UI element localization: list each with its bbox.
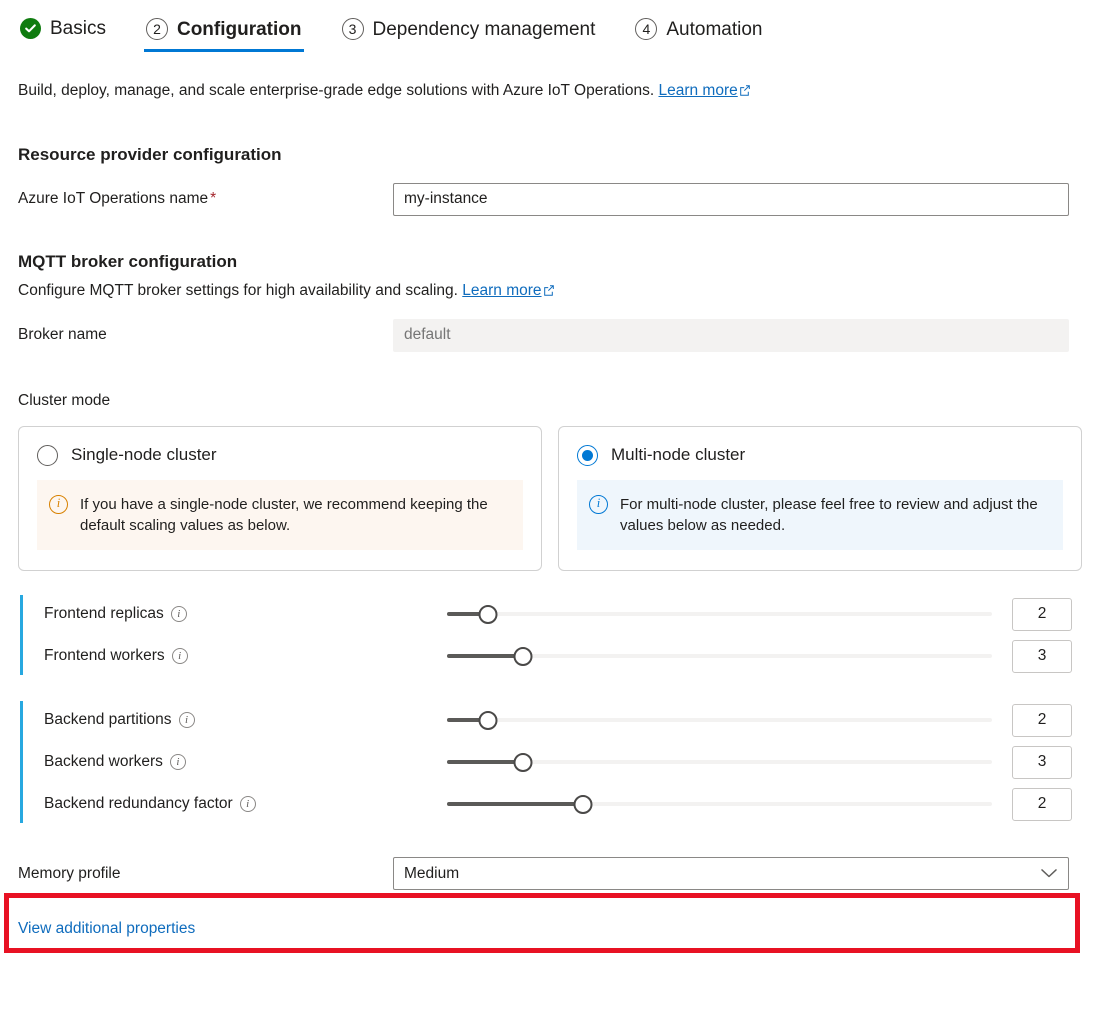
backend-workers-value-input[interactable] [1012,746,1072,779]
slider-row-backend-redundancy-factor: Backend redundancy factor i [44,783,1101,825]
wizard-tabs: Basics 2 Configuration 3 Dependency mana… [0,0,1119,52]
slider-fill [447,654,523,658]
frontend-workers-slider[interactable] [447,644,992,668]
memory-profile-value: Medium [404,865,459,883]
slider-fill [447,802,583,806]
aio-name-label: Azure IoT Operations name* [18,190,393,208]
tab-dependency-management-label: Dependency management [373,20,596,39]
intro-learn-more-label: Learn more [658,82,737,99]
mqtt-broker-description: Configure MQTT broker settings for high … [18,282,1101,301]
info-icon[interactable]: i [179,712,195,728]
resource-provider-heading: Resource provider configuration [18,145,1101,165]
slider-fill [447,760,523,764]
intro-paragraph: Build, deploy, manage, and scale enterpr… [18,80,1101,103]
aio-name-row: Azure IoT Operations name* [18,183,1101,216]
tab-automation-label: Automation [666,20,762,39]
mqtt-broker-heading: MQTT broker configuration [18,252,1101,272]
frontend-workers-value-input[interactable] [1012,640,1072,673]
backend-partitions-value-input[interactable] [1012,704,1072,737]
tab-dependency-management[interactable]: 3 Dependency management [340,18,598,52]
multi-node-radio[interactable] [577,445,598,466]
cluster-mode-option-single-node[interactable]: Single-node cluster i If you have a sing… [18,426,542,572]
memory-profile-select-wrap: Medium [393,857,1069,890]
slider-rail [447,718,992,722]
slider-thumb[interactable] [478,711,497,730]
tab-configuration[interactable]: 2 Configuration [144,18,304,52]
slider-thumb[interactable] [478,605,497,624]
multi-node-title: Multi-node cluster [611,445,745,465]
backend-redundancy-factor-label-text: Backend redundancy factor [44,795,233,813]
broker-name-input [393,319,1069,352]
aio-name-label-text: Azure IoT Operations name [18,190,208,207]
backend-redundancy-factor-value-input[interactable] [1012,788,1072,821]
tab-automation-number: 4 [635,18,657,40]
backend-redundancy-factor-label: Backend redundancy factor i [44,795,447,813]
tab-configuration-label: Configuration [177,20,302,39]
configuration-pane: Build, deploy, manage, and scale enterpr… [0,52,1119,938]
broker-name-row: Broker name [18,319,1101,352]
info-icon[interactable]: i [171,606,187,622]
backend-workers-label: Backend workers i [44,753,447,771]
single-node-header: Single-node cluster [37,445,523,466]
mqtt-learn-more-link[interactable]: Learn more [462,282,554,299]
frontend-replicas-label-text: Frontend replicas [44,605,164,623]
external-link-icon [739,81,751,103]
broker-name-label: Broker name [18,326,393,344]
multi-node-note: i For multi-node cluster, please feel fr… [577,480,1063,551]
intro-learn-more-link[interactable]: Learn more [658,82,750,99]
tab-basics-label: Basics [50,19,106,38]
memory-profile-select[interactable]: Medium [393,857,1069,890]
mqtt-learn-more-label: Learn more [462,282,541,299]
slider-thumb[interactable] [514,753,533,772]
tab-basics[interactable]: Basics [18,18,108,51]
view-additional-properties-link[interactable]: View additional properties [18,920,195,937]
single-node-radio[interactable] [37,445,58,466]
memory-profile-label: Memory profile [18,865,393,883]
slider-rail [447,612,992,616]
single-node-note: i If you have a single-node cluster, we … [37,480,523,551]
info-icon[interactable]: i [172,648,188,664]
backend-redundancy-factor-slider[interactable] [447,792,992,816]
frontend-replicas-value-input[interactable] [1012,598,1072,631]
frontend-replicas-slider[interactable] [447,602,992,626]
backend-workers-slider[interactable] [447,750,992,774]
mqtt-broker-description-text: Configure MQTT broker settings for high … [18,282,458,299]
required-asterisk: * [210,190,216,207]
cluster-mode-option-multi-node[interactable]: Multi-node cluster i For multi-node clus… [558,426,1082,572]
info-icon[interactable]: i [240,796,256,812]
cluster-mode-options: Single-node cluster i If you have a sing… [18,426,1101,572]
frontend-scaling-group: Frontend replicas i Frontend workers i [18,593,1101,677]
external-link-icon [543,283,555,301]
info-icon: i [589,495,608,514]
slider-row-backend-workers: Backend workers i [44,741,1101,783]
info-icon[interactable]: i [170,754,186,770]
frontend-replicas-label: Frontend replicas i [44,605,447,623]
frontend-workers-label-text: Frontend workers [44,647,165,665]
tab-automation[interactable]: 4 Automation [633,18,764,52]
slider-row-frontend-replicas: Frontend replicas i [44,593,1101,635]
backend-workers-label-text: Backend workers [44,753,163,771]
tab-configuration-number: 2 [146,18,168,40]
cluster-mode-label: Cluster mode [18,392,1101,410]
tab-dependency-management-number: 3 [342,18,364,40]
backend-partitions-label-text: Backend partitions [44,711,172,729]
aio-name-input[interactable] [393,183,1069,216]
multi-node-header: Multi-node cluster [577,445,1063,466]
slider-thumb[interactable] [514,647,533,666]
single-node-title: Single-node cluster [71,445,217,465]
multi-node-note-text: For multi-node cluster, please feel free… [620,494,1049,537]
single-node-note-text: If you have a single-node cluster, we re… [80,494,509,537]
check-circle-icon [20,18,41,39]
intro-text: Build, deploy, manage, and scale enterpr… [18,82,654,99]
slider-row-frontend-workers: Frontend workers i [44,635,1101,677]
info-icon: i [49,495,68,514]
footer-links: View additional properties [18,920,1101,938]
memory-profile-row: Memory profile Medium [18,857,1101,890]
slider-thumb[interactable] [574,795,593,814]
backend-partitions-label: Backend partitions i [44,711,447,729]
slider-row-backend-partitions: Backend partitions i [44,699,1101,741]
frontend-workers-label: Frontend workers i [44,647,447,665]
backend-partitions-slider[interactable] [447,708,992,732]
backend-scaling-group: Backend partitions i Backend workers i [18,699,1101,825]
